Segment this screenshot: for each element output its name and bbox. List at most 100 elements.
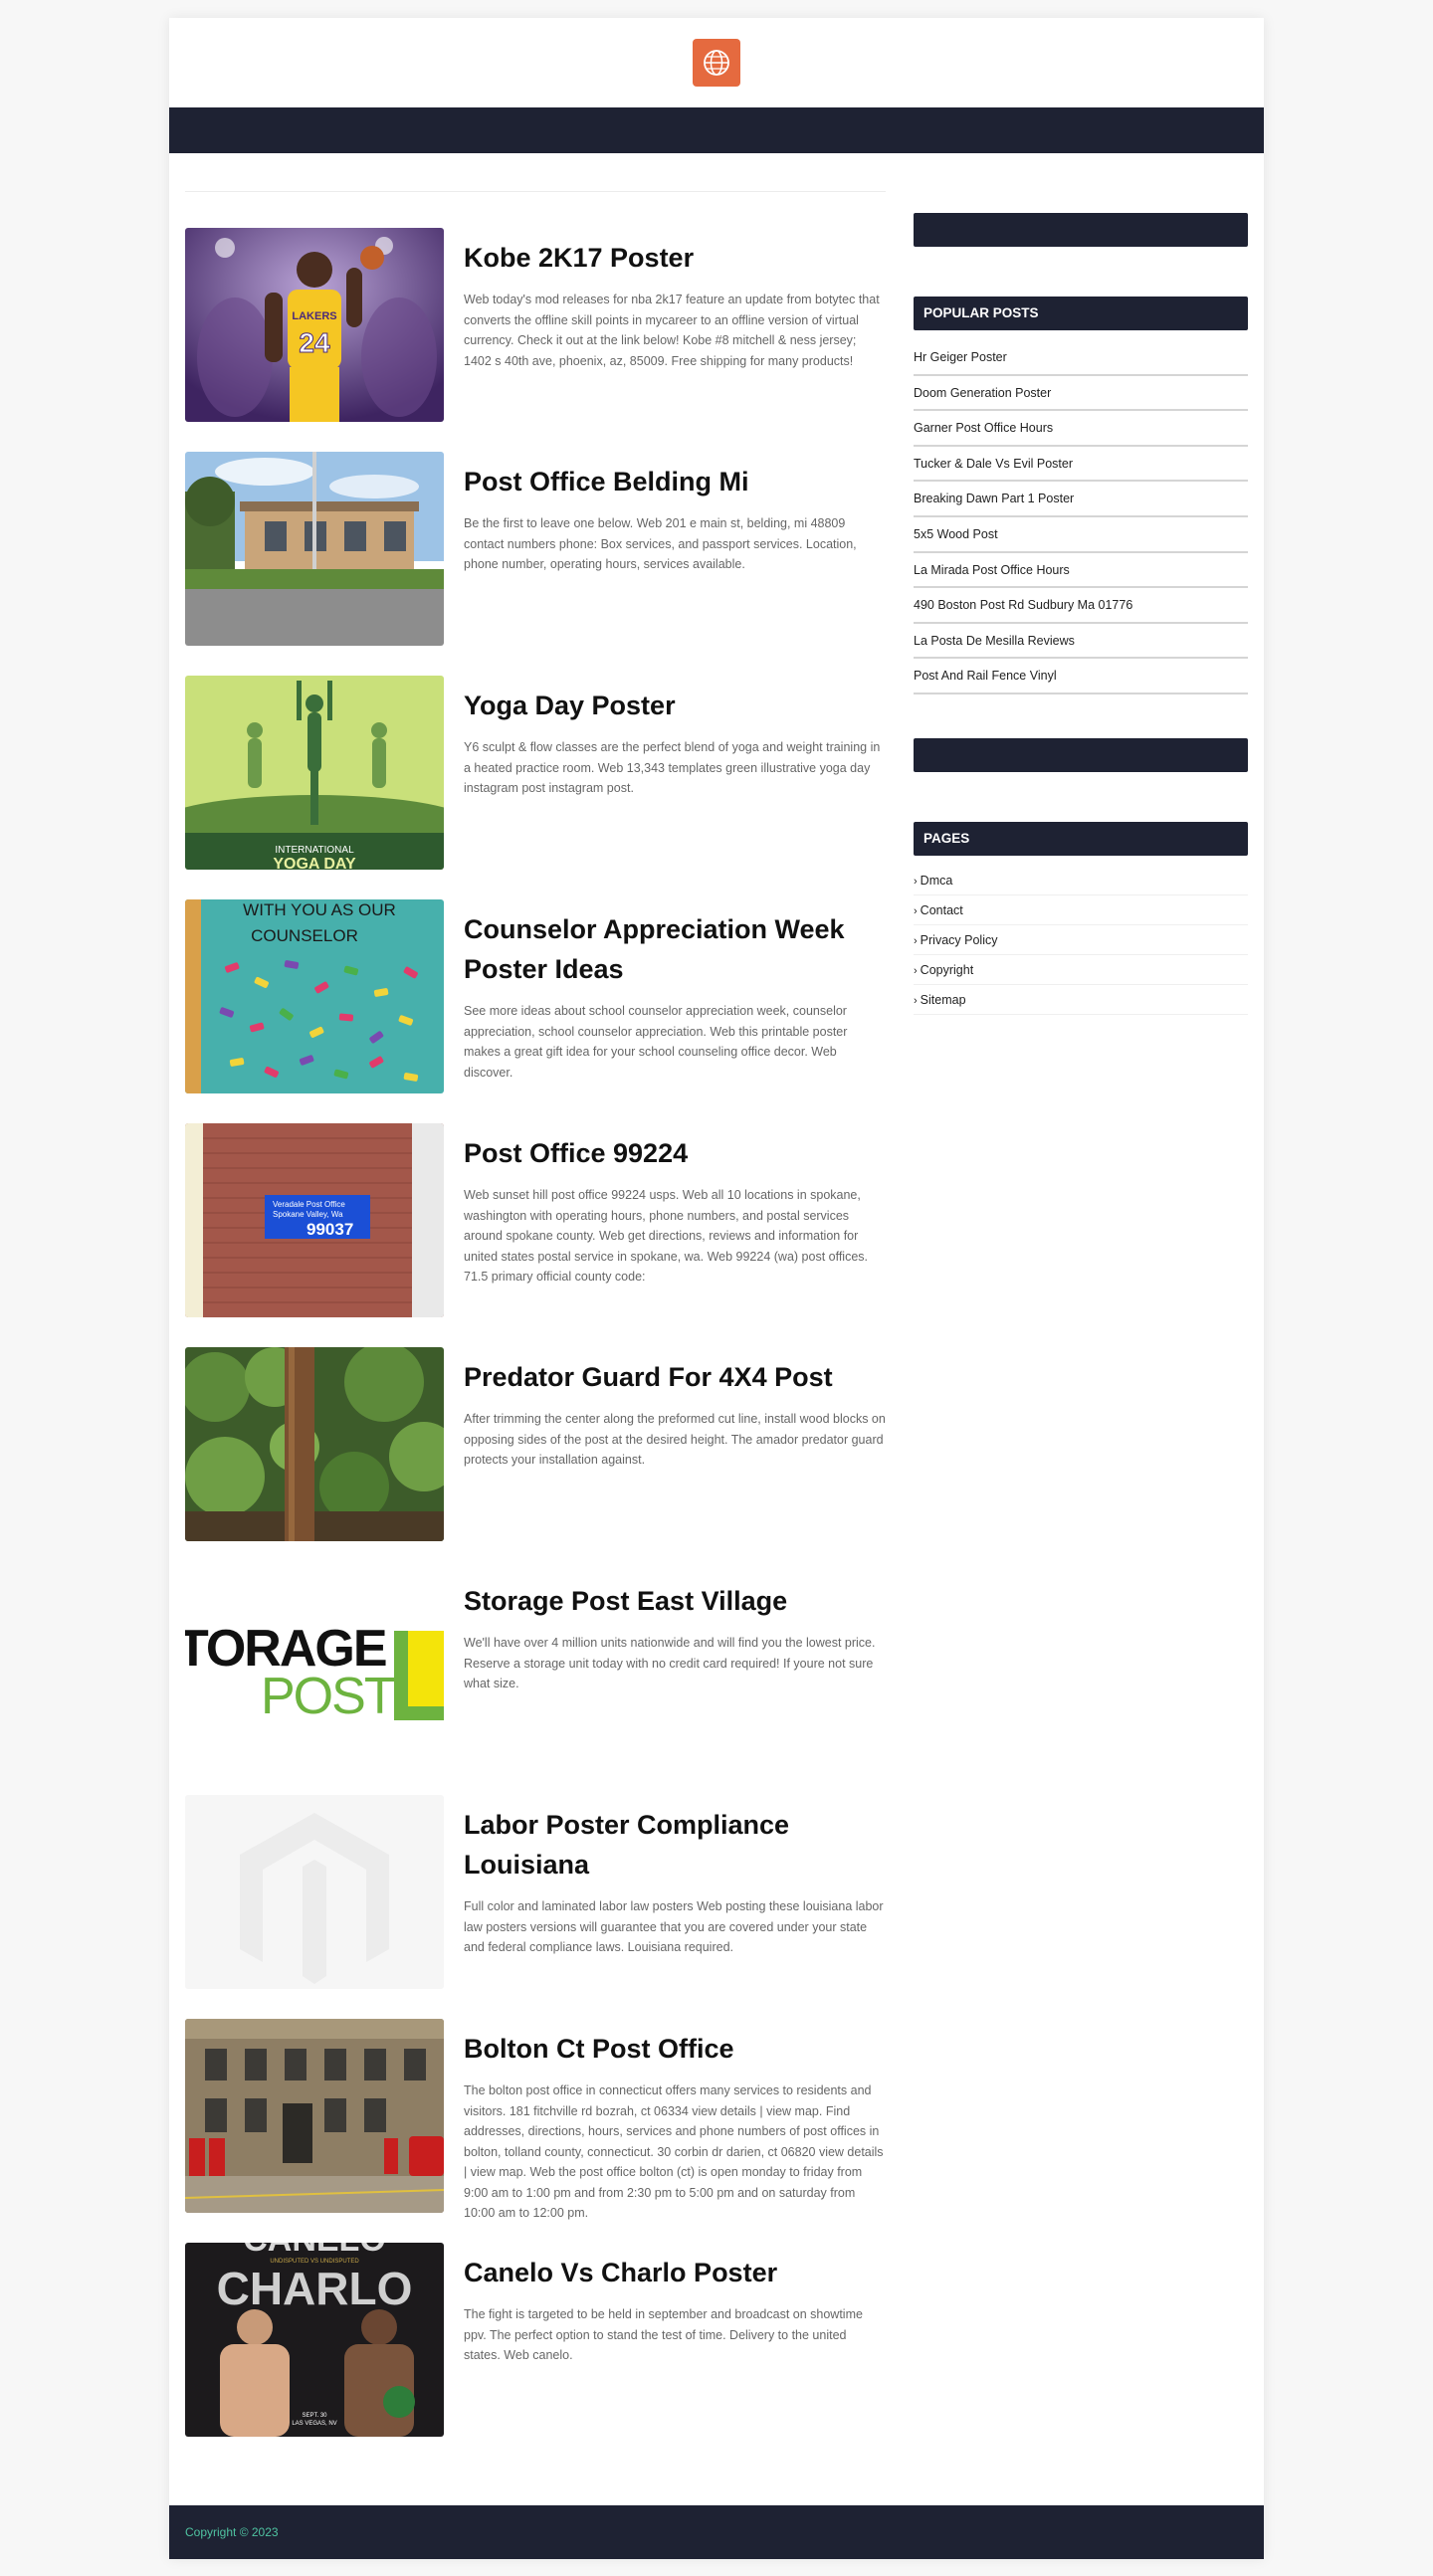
post-title-link[interactable]: Counselor Appreciation Week Poster Ideas: [464, 914, 845, 984]
post-body: Storage Post East Village We'll have ove…: [464, 1571, 886, 1765]
post-item: CANELO UNDISPUTED VS UNDISPUTED CHARLO S…: [185, 2243, 886, 2437]
post-title-link[interactable]: Canelo Vs Charlo Poster: [464, 2258, 777, 2287]
post-body: Bolton Ct Post Office The bolton post of…: [464, 2019, 886, 2220]
divider: [185, 191, 886, 192]
post-title[interactable]: Labor Poster Compliance Louisiana: [464, 1805, 886, 1884]
image-text: COUNSELOR: [251, 926, 358, 945]
image-text: CANELO: [243, 2243, 386, 2259]
post-item: TORAGE POST Storage Post East Village We…: [185, 1571, 886, 1765]
chevron-right-icon: ›: [914, 904, 918, 917]
image-text: CHARLO: [217, 2263, 413, 2314]
page-link-contact[interactable]: › Contact: [914, 895, 1248, 925]
post-title-link[interactable]: Yoga Day Poster: [464, 691, 676, 720]
sidebar: POPULAR POSTS Hr Geiger Poster Doom Gene…: [914, 213, 1248, 1015]
popular-post-link[interactable]: La Posta De Mesilla Reviews: [914, 624, 1248, 660]
page-link-label: Contact: [920, 902, 963, 917]
image-text: 24: [299, 327, 330, 358]
post-excerpt: See more ideas about school counselor ap…: [464, 1004, 848, 1080]
popular-posts-title: POPULAR POSTS: [914, 297, 1248, 330]
post-item: INTERNATIONAL YOGA DAY Yoga Day Poster Y…: [185, 676, 886, 870]
sidebar-widget-bar: [914, 737, 1248, 772]
post-title-link[interactable]: Post Office Belding Mi: [464, 467, 749, 496]
chevron-right-icon: ›: [914, 964, 918, 977]
post-thumbnail[interactable]: CANELO UNDISPUTED VS UNDISPUTED CHARLO S…: [185, 2243, 444, 2437]
post-item: LAKERS 24 Kobe 2K17 Poster Web today's m…: [185, 228, 886, 422]
globe-icon[interactable]: [693, 39, 740, 87]
post-title[interactable]: Post Office 99224: [464, 1133, 886, 1173]
post-list: LAKERS 24 Kobe 2K17 Poster Web today's m…: [185, 191, 886, 2467]
post-thumbnail[interactable]: LAKERS 24: [185, 228, 444, 422]
post-title-link[interactable]: Predator Guard For 4X4 Post: [464, 1362, 833, 1392]
post-item: WITH YOU AS OUR COUNSELOR Counselor Appr…: [185, 899, 886, 1093]
image-text: LAKERS: [292, 310, 336, 322]
chevron-right-icon: ›: [914, 934, 918, 947]
post-title[interactable]: Canelo Vs Charlo Poster: [464, 2253, 886, 2292]
chevron-right-icon: ›: [914, 875, 918, 888]
page-link-label: Sitemap: [920, 992, 966, 1007]
post-title[interactable]: Bolton Ct Post Office: [464, 2029, 886, 2069]
post-body: Kobe 2K17 Poster Web today's mod release…: [464, 228, 886, 422]
post-title-link[interactable]: Kobe 2K17 Poster: [464, 243, 694, 273]
post-title-link[interactable]: Post Office 99224: [464, 1138, 688, 1168]
popular-post-link[interactable]: 490 Boston Post Rd Sudbury Ma 01776: [914, 588, 1248, 624]
post-body: Canelo Vs Charlo Poster The fight is tar…: [464, 2243, 886, 2437]
popular-post-link[interactable]: Post And Rail Fence Vinyl: [914, 659, 1248, 694]
page-link-label: Dmca: [920, 873, 953, 888]
popular-post-link[interactable]: 5x5 Wood Post: [914, 517, 1248, 553]
image-text: Spokane Valley, Wa: [273, 1210, 343, 1219]
sidebar-search-bar[interactable]: [914, 213, 1248, 247]
post-title-link[interactable]: Storage Post East Village: [464, 1586, 787, 1616]
page-link-privacy-policy[interactable]: › Privacy Policy: [914, 925, 1248, 955]
post-excerpt: We'll have over 4 million units nationwi…: [464, 1636, 876, 1690]
post-excerpt: The bolton post office in connecticut of…: [464, 2083, 884, 2220]
post-title[interactable]: Predator Guard For 4X4 Post: [464, 1357, 886, 1397]
chevron-right-icon: ›: [914, 994, 918, 1007]
post-title[interactable]: Storage Post East Village: [464, 1581, 886, 1621]
post-title[interactable]: Kobe 2K17 Poster: [464, 238, 886, 278]
post-title[interactable]: Post Office Belding Mi: [464, 462, 886, 501]
post-excerpt: Y6 sculpt & flow classes are the perfect…: [464, 740, 881, 795]
post-excerpt: The fight is targeted to be held in sept…: [464, 2307, 863, 2362]
post-thumbnail[interactable]: [185, 1795, 444, 1989]
image-text: 99037: [307, 1220, 353, 1239]
post-title[interactable]: Counselor Appreciation Week Poster Ideas: [464, 909, 886, 989]
post-item: Veradale Post Office Spokane Valley, Wa …: [185, 1123, 886, 1317]
popular-post-link[interactable]: Hr Geiger Poster: [914, 340, 1248, 376]
post-excerpt: Web sunset hill post office 99224 usps. …: [464, 1188, 869, 1284]
page-link-copyright[interactable]: › Copyright: [914, 955, 1248, 985]
post-body: Predator Guard For 4X4 Post After trimmi…: [464, 1347, 886, 1541]
post-thumbnail[interactable]: WITH YOU AS OUR COUNSELOR: [185, 899, 444, 1093]
post-thumbnail[interactable]: INTERNATIONAL YOGA DAY: [185, 676, 444, 870]
image-text: POST: [261, 1668, 395, 1725]
popular-posts-list: Hr Geiger Poster Doom Generation Poster …: [914, 340, 1248, 694]
image-text: INTERNATIONAL: [275, 845, 354, 856]
post-excerpt: Be the first to leave one below. Web 201…: [464, 516, 857, 571]
post-body: Post Office 99224 Web sunset hill post o…: [464, 1123, 886, 1317]
post-title-link[interactable]: Labor Poster Compliance Louisiana: [464, 1810, 789, 1880]
popular-post-link[interactable]: Breaking Dawn Part 1 Poster: [914, 482, 1248, 517]
post-thumbnail[interactable]: [185, 2019, 444, 2213]
post-thumbnail[interactable]: Veradale Post Office Spokane Valley, Wa …: [185, 1123, 444, 1317]
popular-post-link[interactable]: Doom Generation Poster: [914, 376, 1248, 412]
post-excerpt: Web today's mod releases for nba 2k17 fe…: [464, 293, 880, 368]
post-thumbnail[interactable]: [185, 452, 444, 646]
post-item: Bolton Ct Post Office The bolton post of…: [185, 2019, 886, 2220]
post-title[interactable]: Yoga Day Poster: [464, 686, 886, 725]
post-item: Predator Guard For 4X4 Post After trimmi…: [185, 1347, 886, 1541]
page-link-sitemap[interactable]: › Sitemap: [914, 985, 1248, 1015]
popular-post-link[interactable]: Tucker & Dale Vs Evil Poster: [914, 447, 1248, 483]
image-text: SEPT. 30: [302, 2413, 327, 2419]
post-excerpt: After trimming the center along the pref…: [464, 1412, 886, 1467]
site-footer: Copyright © 2023: [169, 2505, 1264, 2559]
popular-post-link[interactable]: La Mirada Post Office Hours: [914, 553, 1248, 589]
post-title-link[interactable]: Bolton Ct Post Office: [464, 2034, 734, 2064]
post-excerpt: Full color and laminated labor law poste…: [464, 1899, 884, 1954]
post-item: Post Office Belding Mi Be the first to l…: [185, 452, 886, 646]
main-navbar: [169, 107, 1264, 153]
page-link-dmca[interactable]: › Dmca: [914, 866, 1248, 895]
post-thumbnail[interactable]: [185, 1347, 444, 1541]
popular-post-link[interactable]: Garner Post Office Hours: [914, 411, 1248, 447]
post-thumbnail[interactable]: TORAGE POST: [185, 1571, 444, 1765]
image-text: LAS VEGAS, NV: [292, 2421, 336, 2427]
post-body: Counselor Appreciation Week Poster Ideas…: [464, 899, 886, 1093]
